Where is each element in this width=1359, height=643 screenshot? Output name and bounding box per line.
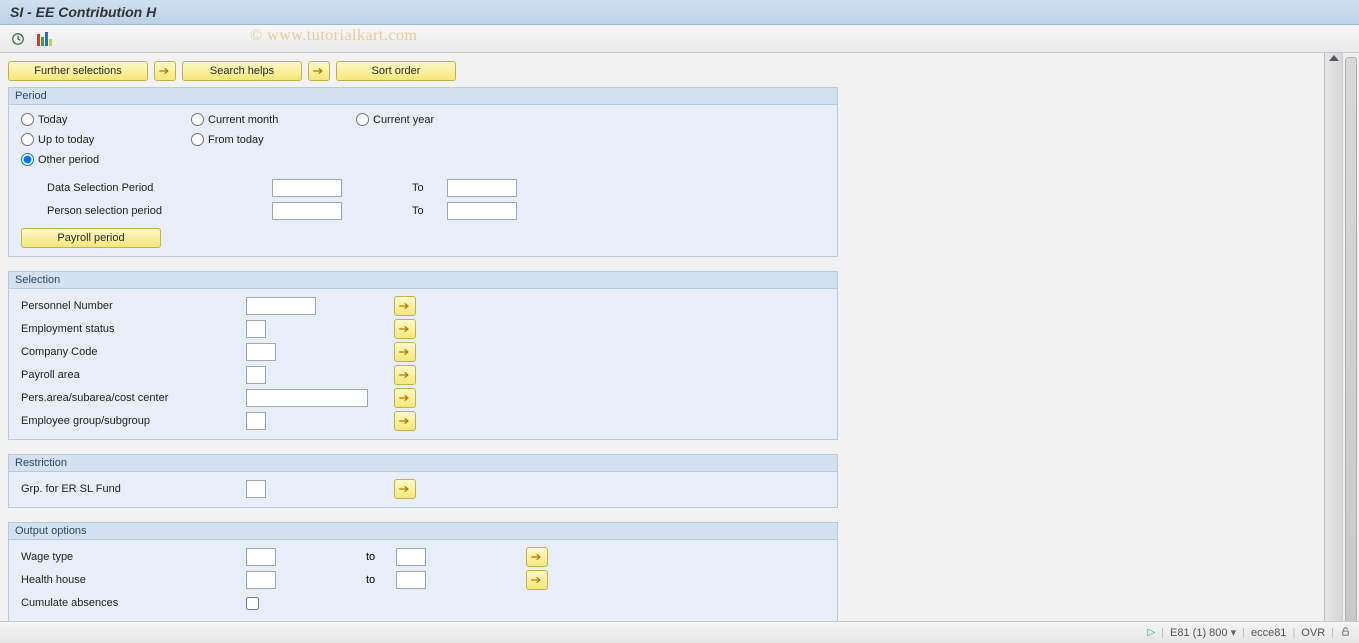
status-server: ecce81 <box>1251 627 1286 639</box>
radio-from-today[interactable]: From today <box>191 133 264 146</box>
payroll-area-label: Payroll area <box>21 369 246 381</box>
pers-area-input[interactable] <box>246 389 368 407</box>
status-play-icon[interactable]: ▷ <box>1147 627 1155 638</box>
payroll-area-multi-icon[interactable] <box>394 365 416 385</box>
pers-area-label: Pers.area/subarea/cost center <box>21 392 246 404</box>
window-title: SI - EE Contribution H <box>10 4 156 20</box>
grp-er-sl-label: Grp. for ER SL Fund <box>21 483 246 495</box>
company-code-label: Company Code <box>21 346 246 358</box>
inner-scrollbar[interactable] <box>1324 53 1342 636</box>
person-selection-to-input[interactable] <box>447 202 517 220</box>
pers-area-multi-icon[interactable] <box>394 388 416 408</box>
payroll-period-button[interactable]: Payroll period <box>21 228 161 248</box>
cumulate-absences-label: Cumulate absences <box>21 597 246 609</box>
selection-buttons-row: Further selections Search helps Sort ord… <box>8 61 1316 81</box>
output-options-group: Output options Wage type to Health house… <box>8 522 838 622</box>
employee-group-label: Employee group/subgroup <box>21 415 246 427</box>
watermark-text: © www.tutorialkart.com <box>250 27 417 45</box>
personnel-number-label: Personnel Number <box>21 300 246 312</box>
sort-order-arrow-icon[interactable] <box>308 61 330 81</box>
radio-other-period-label: Other period <box>38 154 99 166</box>
person-selection-to-label: To <box>412 205 447 217</box>
personnel-number-multi-icon[interactable] <box>394 296 416 316</box>
execute-icon[interactable] <box>8 29 28 49</box>
status-ovr: OVR <box>1301 627 1325 639</box>
payroll-area-input[interactable] <box>246 366 266 384</box>
outer-scrollbar-thumb[interactable] <box>1345 57 1357 632</box>
radio-current-month-label: Current month <box>208 114 278 126</box>
person-selection-from-input[interactable] <box>272 202 342 220</box>
status-sep: | <box>1331 627 1334 639</box>
personnel-number-input[interactable] <box>246 297 316 315</box>
wage-type-to-input[interactable] <box>396 548 426 566</box>
outer-scrollbar[interactable] <box>1342 53 1359 636</box>
employment-status-multi-icon[interactable] <box>394 319 416 339</box>
sort-order-button[interactable]: Sort order <box>336 61 456 81</box>
health-house-to-input[interactable] <box>396 571 426 589</box>
employee-group-multi-icon[interactable] <box>394 411 416 431</box>
wage-type-multi-icon[interactable] <box>526 547 548 567</box>
radio-current-year-label: Current year <box>373 114 434 126</box>
radio-up-to-today[interactable]: Up to today <box>21 133 94 146</box>
status-sep: | <box>1161 627 1164 639</box>
app-toolbar: © www.tutorialkart.com <box>0 25 1359 53</box>
data-selection-to-label: To <box>412 182 447 194</box>
company-code-multi-icon[interactable] <box>394 342 416 362</box>
radio-up-to-today-label: Up to today <box>38 134 94 146</box>
radio-current-year[interactable]: Current year <box>356 113 434 126</box>
main-area: Further selections Search helps Sort ord… <box>0 53 1359 636</box>
company-code-input[interactable] <box>246 343 276 361</box>
health-house-label: Health house <box>21 574 246 586</box>
grp-er-sl-multi-icon[interactable] <box>394 479 416 499</box>
period-group: Period Today Current month Current year … <box>8 87 838 257</box>
employment-status-input[interactable] <box>246 320 266 338</box>
cumulate-absences-checkbox[interactable] <box>246 597 259 610</box>
health-house-to-label: to <box>366 574 396 586</box>
status-system[interactable]: E81 (1) 800 <box>1170 626 1236 639</box>
wage-type-label: Wage type <box>21 551 246 563</box>
grp-er-sl-input[interactable] <box>246 480 266 498</box>
radio-current-month[interactable]: Current month <box>191 113 278 126</box>
wage-type-from-input[interactable] <box>246 548 276 566</box>
scroll-up-icon[interactable] <box>1329 55 1339 61</box>
data-selection-from-input[interactable] <box>272 179 342 197</box>
layout-icon[interactable] <box>34 29 54 49</box>
further-selections-button[interactable]: Further selections <box>8 61 148 81</box>
search-helps-button[interactable]: Search helps <box>182 61 302 81</box>
status-sep: | <box>1292 627 1295 639</box>
content-area: Further selections Search helps Sort ord… <box>0 53 1324 636</box>
window-title-bar: SI - EE Contribution H <box>0 0 1359 25</box>
selection-group-title: Selection <box>9 272 837 289</box>
restriction-group-title: Restriction <box>9 455 837 472</box>
employment-status-label: Employment status <box>21 323 246 335</box>
radio-today-label: Today <box>38 114 67 126</box>
search-helps-arrow-icon[interactable] <box>154 61 176 81</box>
data-selection-label: Data Selection Period <box>47 182 272 194</box>
health-house-multi-icon[interactable] <box>526 570 548 590</box>
person-selection-label: Person selection period <box>47 205 272 217</box>
restriction-group: Restriction Grp. for ER SL Fund <box>8 454 838 508</box>
data-selection-to-input[interactable] <box>447 179 517 197</box>
status-bar: ▷ | E81 (1) 800 | ecce81 | OVR | <box>0 621 1359 643</box>
wage-type-to-label: to <box>366 551 396 563</box>
employee-group-input[interactable] <box>246 412 266 430</box>
health-house-from-input[interactable] <box>246 571 276 589</box>
output-options-title: Output options <box>9 523 837 540</box>
radio-today[interactable]: Today <box>21 113 67 126</box>
status-sep: | <box>1242 627 1245 639</box>
period-group-title: Period <box>9 88 837 105</box>
selection-group: Selection Personnel Number Employment st… <box>8 271 838 440</box>
lock-icon[interactable] <box>1340 626 1351 640</box>
radio-other-period[interactable]: Other period <box>21 153 99 166</box>
radio-from-today-label: From today <box>208 134 264 146</box>
